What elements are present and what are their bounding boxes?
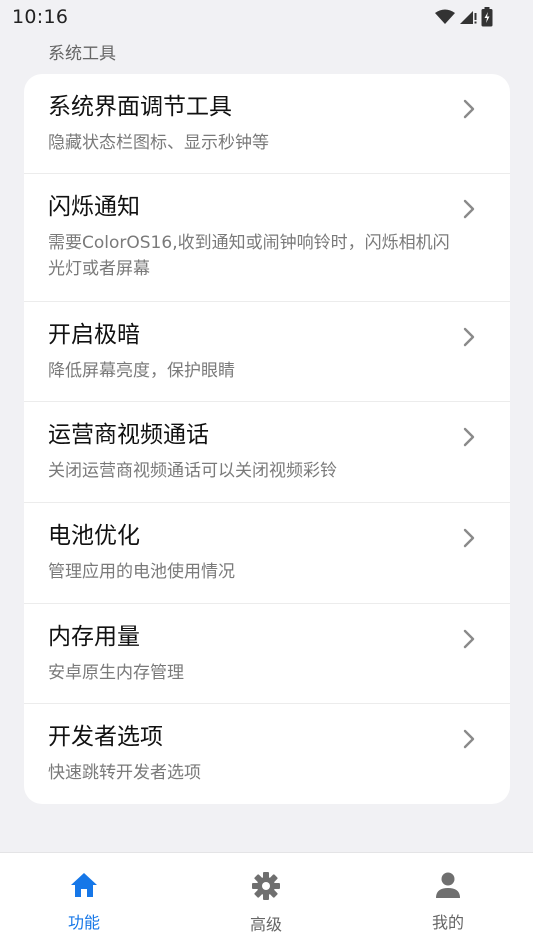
chevron-right-icon <box>463 528 475 548</box>
item-title: 内存用量 <box>48 624 140 650</box>
list-item[interactable]: 运营商视频通话关闭运营商视频通话可以关闭视频彩铃 <box>24 402 510 503</box>
battery-icon <box>481 7 493 27</box>
chevron-right-icon <box>463 199 475 219</box>
list-item[interactable]: 内存用量安卓原生内存管理 <box>24 604 510 704</box>
nav-item-advanced[interactable]: 高级 <box>216 871 316 941</box>
item-title: 开发者选项 <box>48 724 163 750</box>
list-item[interactable]: 闪烁通知需要ColorOS16,收到通知或闹钟响铃时，闪烁相机闪光灯或者屏幕 <box>24 174 510 302</box>
gear-icon <box>252 872 280 900</box>
nav-label-advanced: 高级 <box>249 915 282 934</box>
nav-label-mine: 我的 <box>431 913 464 932</box>
status-icons <box>435 7 493 27</box>
status-bar: 10:16 <box>0 0 533 36</box>
item-subtitle: 降低屏幕亮度，保护眼睛 <box>48 361 235 381</box>
nav-item-mine[interactable]: 我的 <box>398 871 498 941</box>
chevron-right-icon <box>463 99 475 119</box>
list-item[interactable]: 开发者选项快速跳转开发者选项 <box>24 704 510 804</box>
wifi-icon <box>435 9 455 24</box>
nav-item-features[interactable]: 功能 <box>34 871 134 941</box>
chevron-right-icon <box>463 327 475 347</box>
bottom-nav: 功能 高级 我的 <box>0 852 533 948</box>
item-title: 系统界面调节工具 <box>48 94 232 120</box>
item-subtitle: 快速跳转开发者选项 <box>48 763 201 783</box>
item-title: 闪烁通知 <box>48 194 140 220</box>
item-title: 开启极暗 <box>48 322 140 348</box>
signal-icon <box>460 11 477 24</box>
tools-card: 系统界面调节工具隐藏状态栏图标、显示秒钟等闪烁通知需要ColorOS16,收到通… <box>24 74 510 804</box>
chevron-right-icon <box>463 629 475 649</box>
item-subtitle: 需要ColorOS16,收到通知或闹钟响铃时，闪烁相机闪光灯或者屏幕 <box>48 233 450 279</box>
status-time: 10:16 <box>12 6 69 28</box>
person-icon <box>436 872 460 898</box>
item-subtitle: 关闭运营商视频通话可以关闭视频彩铃 <box>48 461 337 481</box>
list-item[interactable]: 电池优化管理应用的电池使用情况 <box>24 503 510 604</box>
item-subtitle: 管理应用的电池使用情况 <box>48 562 235 582</box>
list-item[interactable]: 开启极暗降低屏幕亮度，保护眼睛 <box>24 302 510 402</box>
list-item[interactable]: 系统界面调节工具隐藏状态栏图标、显示秒钟等 <box>24 74 510 174</box>
nav-label-features: 功能 <box>67 913 100 932</box>
chevron-right-icon <box>463 729 475 749</box>
item-subtitle: 隐藏状态栏图标、显示秒钟等 <box>48 133 269 153</box>
item-title: 电池优化 <box>48 523 140 549</box>
item-subtitle: 安卓原生内存管理 <box>48 663 184 683</box>
chevron-right-icon <box>463 427 475 447</box>
home-icon <box>71 873 97 897</box>
item-title: 运营商视频通话 <box>48 422 209 448</box>
section-title: 系统工具 <box>48 44 116 64</box>
